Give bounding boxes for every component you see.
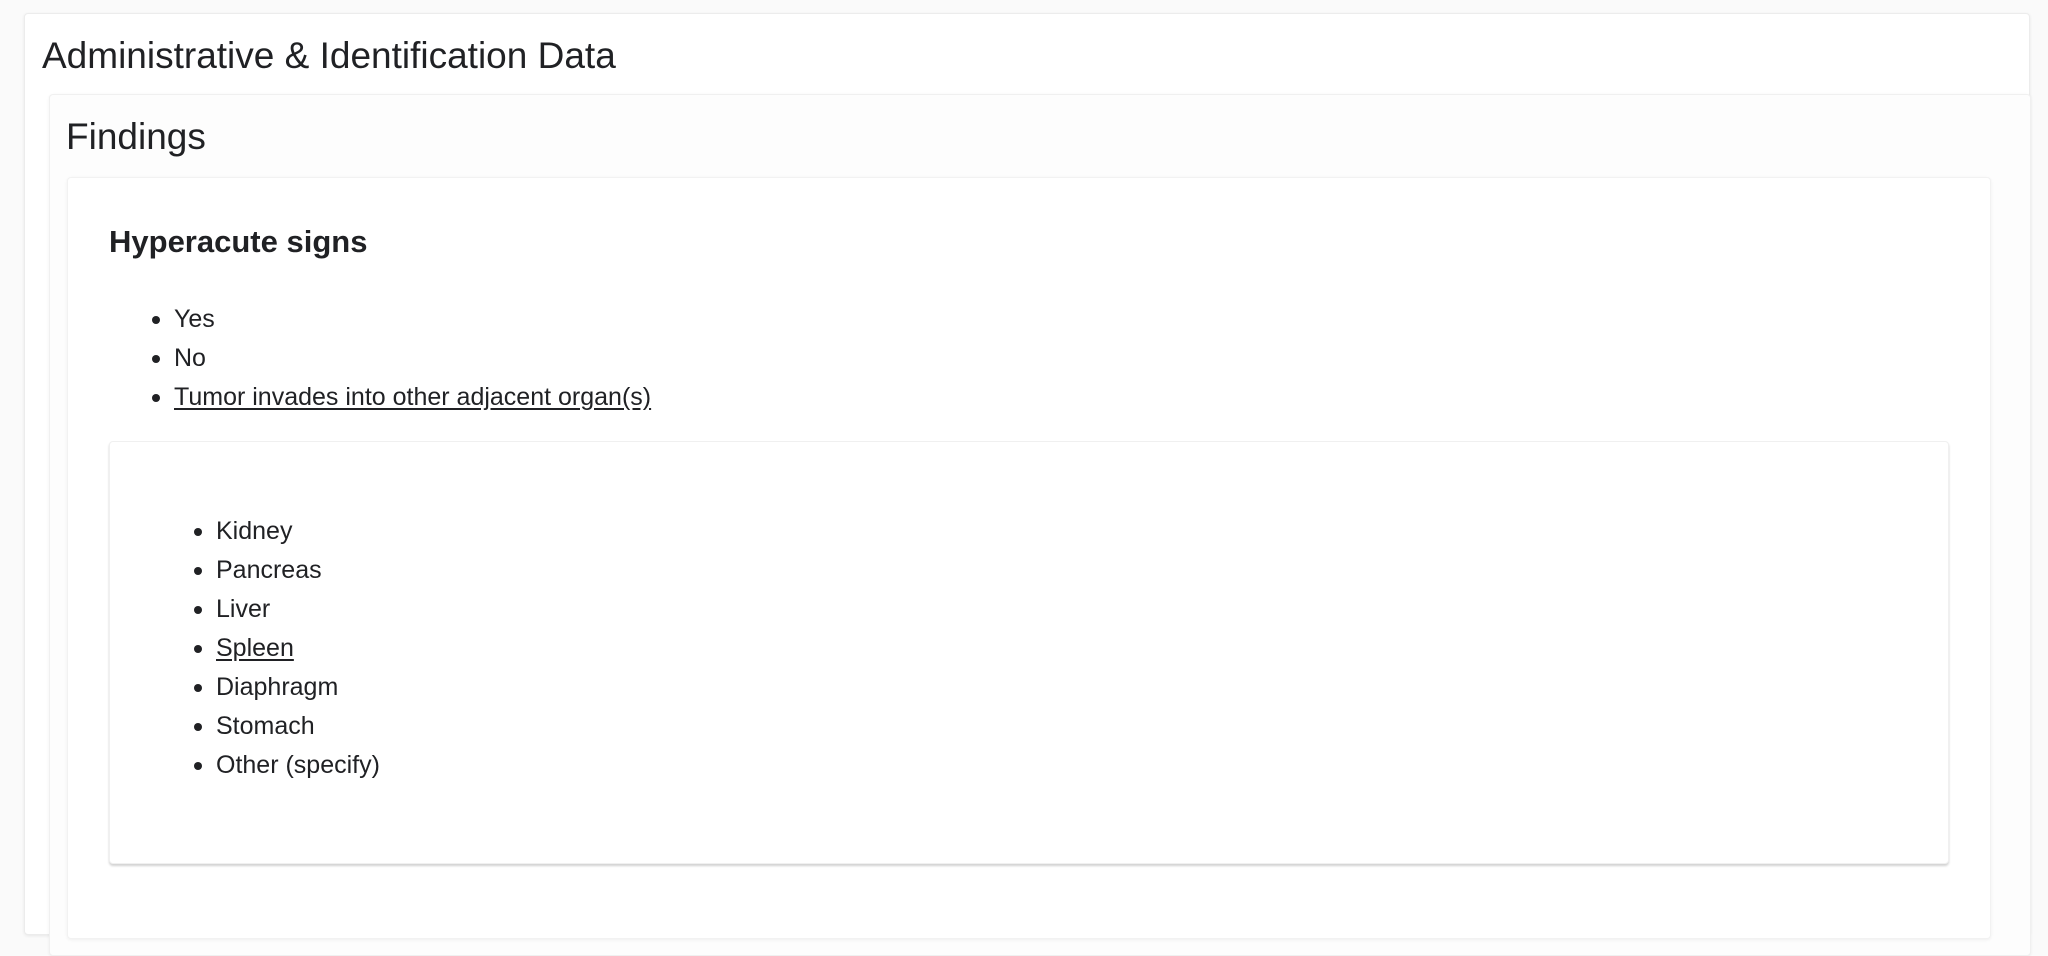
organ-options-list: Kidney Pancreas Liver Spleen Diaphragm S… [194, 512, 380, 785]
section-title: Administrative & Identification Data [42, 35, 616, 76]
organ-option-other-specify[interactable]: Other (specify) [194, 746, 380, 785]
organ-label: Kidney [216, 517, 293, 545]
question-title: Hyperacute signs [109, 224, 368, 259]
organ-label: Pancreas [216, 556, 322, 584]
option-label: Tumor invades into other adjacent organ(… [174, 383, 652, 411]
organ-option-pancreas[interactable]: Pancreas [194, 551, 380, 590]
organ-option-stomach[interactable]: Stomach [194, 707, 380, 746]
organ-option-liver[interactable]: Liver [194, 590, 380, 629]
organ-label: Liver [216, 595, 271, 623]
option-label: No [174, 344, 206, 372]
adjacent-organs-card: Kidney Pancreas Liver Spleen Diaphragm S… [109, 441, 1949, 864]
hyperacute-signs-card: Hyperacute signs Yes No Tumor invades in… [67, 177, 1991, 939]
option-yes[interactable]: Yes [151, 300, 651, 339]
admin-identification-section: Administrative & Identification Data Fin… [24, 13, 2031, 956]
organ-option-diaphragm[interactable]: Diaphragm [194, 668, 380, 707]
findings-title: Findings [66, 116, 206, 157]
answer-options-list: Yes No Tumor invades into other adjacent… [151, 300, 652, 417]
option-tumor-invades-adjacent-organs[interactable]: Tumor invades into other adjacent organ(… [151, 378, 652, 417]
option-no[interactable]: No [151, 339, 651, 378]
organ-label: Stomach [216, 712, 315, 740]
organ-label: Spleen [216, 634, 294, 662]
option-label: Yes [174, 305, 215, 333]
findings-section: Findings Hyperacute signs Yes No Tumor i… [49, 94, 2031, 956]
organ-option-kidney[interactable]: Kidney [194, 512, 380, 551]
organ-option-spleen[interactable]: Spleen [194, 629, 380, 668]
organ-label: Other (specify) [216, 751, 380, 779]
organ-label: Diaphragm [216, 673, 339, 701]
